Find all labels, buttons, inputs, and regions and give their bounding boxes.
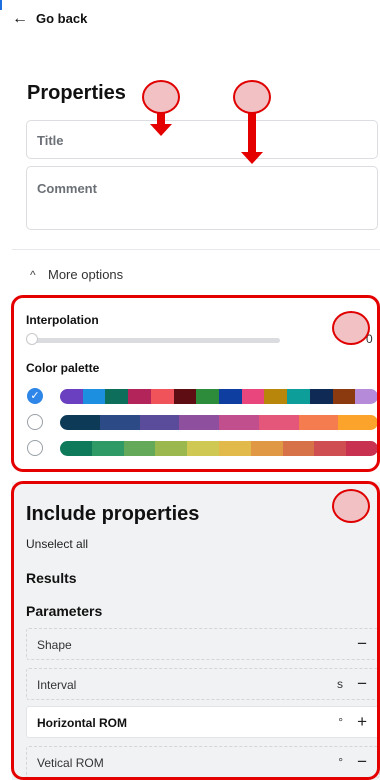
more-options-toggle[interactable]: ^ More options bbox=[30, 267, 123, 282]
annotation-arrow-2-head bbox=[241, 152, 263, 164]
annotation-marker-2 bbox=[233, 80, 271, 114]
comment-input[interactable]: Comment bbox=[26, 166, 378, 230]
title-placeholder: Title bbox=[37, 133, 64, 148]
annotation-marker-1 bbox=[142, 80, 180, 114]
comment-placeholder: Comment bbox=[37, 181, 97, 196]
chevron-up-icon: ^ bbox=[30, 268, 36, 282]
properties-heading: Properties bbox=[27, 82, 126, 104]
section-divider bbox=[12, 249, 380, 250]
title-input[interactable]: Title bbox=[26, 120, 378, 159]
annotation-box-include bbox=[11, 481, 380, 780]
annotation-arrow-1-head bbox=[150, 124, 172, 136]
go-back-label: Go back bbox=[36, 11, 88, 26]
top-bar: ← Go back bbox=[0, 0, 380, 40]
annotation-marker-4 bbox=[332, 489, 370, 523]
go-back-button[interactable]: ← Go back bbox=[0, 0, 110, 38]
more-options-label: More options bbox=[48, 267, 124, 282]
annotation-marker-3 bbox=[332, 311, 370, 345]
annotation-box-options bbox=[11, 295, 380, 472]
arrow-left-icon: ← bbox=[12, 10, 28, 27]
